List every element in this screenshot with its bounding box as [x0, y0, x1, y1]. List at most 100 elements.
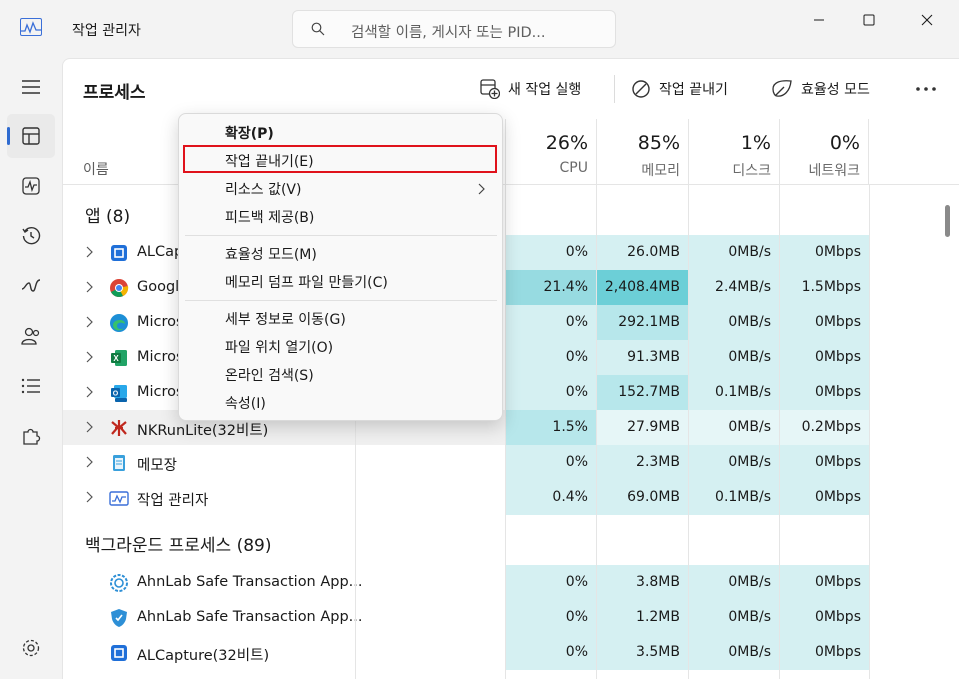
cpu-cell: 0%	[505, 340, 596, 375]
memory-cell: 26.0MB	[596, 235, 688, 270]
menu-item-expand[interactable]: 확장(P)	[225, 123, 274, 143]
memory-label: 메모리	[641, 163, 680, 179]
toolbar: 프로세스 새 작업 실행 작업 끝내기 효율성 모드	[63, 59, 959, 119]
network-cell: 0Mbps	[779, 445, 869, 480]
close-button[interactable]	[904, 0, 950, 40]
svg-text:X: X	[113, 354, 119, 363]
column-divider	[505, 185, 506, 679]
network-cell: 0Mbps	[779, 340, 869, 375]
hamburger-menu-button[interactable]	[7, 65, 55, 109]
edge-icon	[110, 314, 128, 332]
cpu-cell: 0%	[505, 600, 596, 635]
run-new-task-label: 새 작업 실행	[508, 82, 582, 98]
end-task-button[interactable]: 작업 끝내기	[631, 77, 728, 101]
startup-icon	[21, 279, 41, 292]
processes-icon	[22, 127, 40, 145]
cpu-cell: 0.4%	[505, 480, 596, 515]
menu-item-go-to-details[interactable]: 세부 정보로 이동(G)	[225, 309, 346, 329]
nav-users[interactable]	[7, 314, 55, 358]
cpu-cell: 0%	[505, 565, 596, 600]
table-row[interactable]: 작업 관리자 0.4% 69.0MB 0.1MB/s 0Mbps	[63, 480, 869, 515]
network-cell: 1.5Mbps	[779, 270, 869, 305]
chevron-right-icon[interactable]	[85, 386, 93, 398]
cpu-cell: 0%	[505, 235, 596, 270]
column-header-memory[interactable]: 85% 메모리	[596, 119, 688, 185]
chevron-right-icon[interactable]	[85, 316, 93, 328]
menu-item-memory-dump[interactable]: 메모리 덤프 파일 만들기(C)	[225, 272, 388, 292]
memory-cell: 69.0MB	[596, 480, 688, 515]
more-dots-icon	[916, 87, 936, 91]
table-row[interactable]: 메모장 0% 2.3MB 0MB/s 0Mbps	[63, 445, 869, 480]
run-new-task-button[interactable]: 새 작업 실행	[480, 77, 581, 101]
chevron-right-icon[interactable]	[85, 351, 93, 363]
chevron-right-icon[interactable]	[85, 246, 93, 258]
hamburger-icon	[22, 80, 40, 94]
task-manager-icon	[20, 18, 42, 36]
memory-total: 85%	[637, 132, 680, 154]
svg-text:O: O	[113, 391, 119, 398]
menu-item-open-file-location[interactable]: 파일 위치 열기(O)	[225, 337, 333, 357]
table-row[interactable]: AhnLab Safe Transaction App... 0% 3.8MB …	[63, 565, 869, 600]
network-cell: 0Mbps	[779, 375, 869, 410]
ahnlab-gear-icon	[110, 574, 128, 592]
menu-separator	[185, 300, 497, 301]
menu-item-properties[interactable]: 속성(I)	[225, 393, 266, 413]
users-icon	[21, 327, 40, 345]
more-options-button[interactable]	[916, 77, 936, 101]
alcapture-icon	[111, 645, 127, 661]
memory-cell: 91.3MB	[596, 340, 688, 375]
nav-startup-apps[interactable]	[7, 264, 55, 308]
column-header-name[interactable]: 이름	[83, 159, 109, 179]
menu-item-feedback[interactable]: 피드백 제공(B)	[225, 207, 314, 227]
disk-label: 디스크	[732, 163, 771, 179]
column-header-network[interactable]: 0% 네트워크	[779, 119, 869, 185]
chevron-right-icon[interactable]	[85, 491, 93, 503]
network-cell: 0Mbps	[779, 600, 869, 635]
nav-services[interactable]	[7, 414, 55, 458]
ahnlab-shield-icon	[111, 609, 127, 627]
section-background-processes: 백그라운드 프로세스 (89)	[85, 536, 272, 556]
table-row[interactable]: ALCapture(32비트) 0% 3.5MB 0MB/s 0Mbps	[63, 635, 869, 670]
minimize-button[interactable]	[796, 0, 842, 40]
menu-item-efficiency-mode[interactable]: 효율성 모드(M)	[225, 244, 317, 264]
efficiency-mode-button[interactable]: 효율성 모드	[771, 77, 870, 101]
task-manager-icon	[109, 491, 129, 506]
submenu-chevron-icon	[478, 183, 485, 195]
vertical-scrollbar[interactable]	[945, 205, 950, 237]
cpu-label: CPU	[559, 160, 588, 176]
table-row[interactable]: AhnLab Safe Transaction App... 0% 1.2MB …	[63, 600, 869, 635]
column-divider	[779, 185, 780, 679]
process-name: AhnLab Safe Transaction App...	[137, 574, 363, 590]
process-name: Micros	[137, 314, 184, 330]
chevron-right-icon[interactable]	[85, 281, 93, 293]
menu-item-resource-values[interactable]: 리소스 값(V)	[225, 179, 301, 199]
nav-performance[interactable]	[7, 164, 55, 208]
disk-cell: 0MB/s	[688, 235, 779, 270]
details-list-icon	[21, 378, 40, 394]
search-input[interactable]: 검색할 이름, 게시자 또는 PID...	[292, 10, 616, 48]
excel-icon: X	[111, 350, 127, 366]
menu-item-search-online[interactable]: 온라인 검색(S)	[225, 365, 314, 385]
menu-item-end-task[interactable]: 작업 끝내기(E)	[225, 151, 314, 171]
nkrunlite-icon	[111, 420, 127, 436]
network-cell: 0Mbps	[779, 305, 869, 340]
nav-app-history[interactable]	[7, 214, 55, 258]
disk-cell: 0MB/s	[688, 635, 779, 670]
nav-settings[interactable]	[7, 626, 55, 670]
disk-cell: 0MB/s	[688, 410, 779, 445]
chevron-right-icon[interactable]	[85, 421, 93, 433]
disk-cell: 0MB/s	[688, 600, 779, 635]
chevron-right-icon[interactable]	[85, 456, 93, 468]
nav-details[interactable]	[7, 364, 55, 408]
network-total: 0%	[829, 132, 860, 154]
disk-cell: 2.4MB/s	[688, 270, 779, 305]
memory-cell: 1.2MB	[596, 600, 688, 635]
disk-cell: 0MB/s	[688, 445, 779, 480]
column-header-disk[interactable]: 1% 디스크	[688, 119, 779, 185]
cpu-cell: 0%	[505, 635, 596, 670]
network-cell: 0Mbps	[779, 635, 869, 670]
cpu-cell: 0%	[505, 445, 596, 480]
nav-processes[interactable]	[7, 114, 55, 158]
column-header-cpu[interactable]: 26% CPU	[505, 119, 596, 185]
maximize-button[interactable]	[846, 0, 892, 40]
